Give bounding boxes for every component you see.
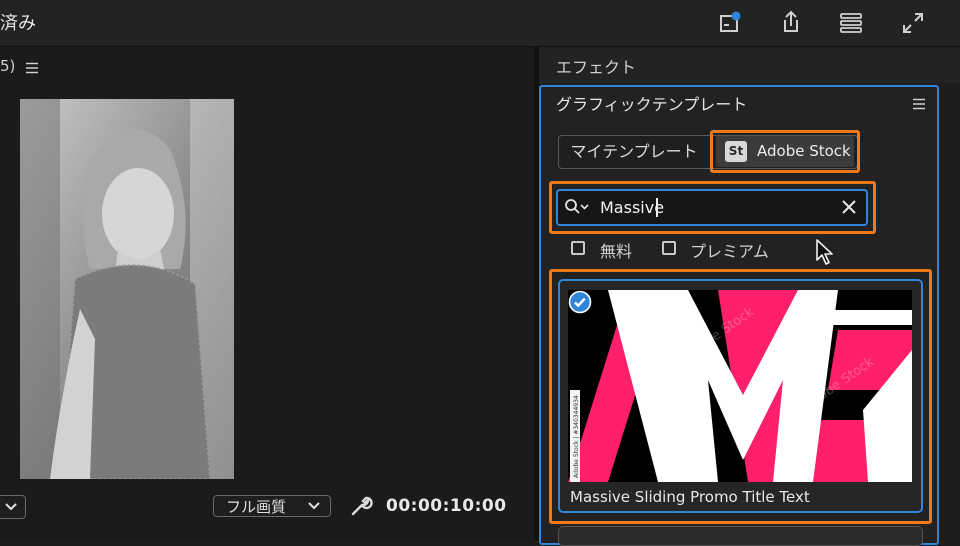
- search-input[interactable]: [600, 195, 830, 219]
- clear-icon[interactable]: [840, 198, 858, 216]
- template-thumbnail[interactable]: Adobe Stock Adobe Stock Adobe Stock | #3…: [568, 290, 912, 482]
- free-checkbox[interactable]: [571, 241, 585, 255]
- installed-check-icon: [568, 290, 592, 314]
- workspaces-icon[interactable]: [836, 8, 866, 38]
- share-upload-icon[interactable]: [776, 8, 806, 38]
- thumbnail-side-text: Adobe Stock | #340344934: [573, 395, 580, 478]
- new-item-dot-icon[interactable]: [715, 8, 745, 38]
- template-result-card[interactable]: [558, 526, 923, 546]
- text-caret: [656, 198, 658, 217]
- zoom-dropdown[interactable]: [0, 495, 26, 519]
- quality-label: フル画質: [226, 498, 287, 516]
- premium-filter-label: プレミアム: [690, 242, 769, 261]
- top-bar: [0, 0, 960, 47]
- search-icon[interactable]: [564, 198, 592, 216]
- timecode-duration: 00:00:10:00: [386, 496, 507, 516]
- premium-checkbox[interactable]: [662, 241, 676, 255]
- sequence-title: 済み: [0, 13, 36, 34]
- fullscreen-icon[interactable]: [898, 8, 928, 38]
- highlight-box: [710, 130, 860, 173]
- playback-quality-dropdown[interactable]: フル画質: [213, 495, 331, 517]
- template-title: Massive Sliding Promo Title Text: [570, 488, 810, 506]
- chevron-down-icon: [308, 502, 320, 510]
- wrench-settings-icon[interactable]: [349, 494, 373, 518]
- effects-tab[interactable]: エフェクト: [556, 54, 636, 78]
- free-filter-label: 無料: [600, 242, 633, 261]
- panel-menu-icon[interactable]: [912, 95, 926, 110]
- monitor-header-text: 5): [0, 57, 16, 75]
- tab-my-templates[interactable]: マイテンプレート: [558, 135, 710, 169]
- video-preview[interactable]: [20, 99, 234, 479]
- panel-menu-icon[interactable]: [25, 59, 39, 74]
- graphics-templates-title: グラフィックテンプレート: [556, 95, 748, 114]
- mouse-cursor-icon: [814, 238, 836, 266]
